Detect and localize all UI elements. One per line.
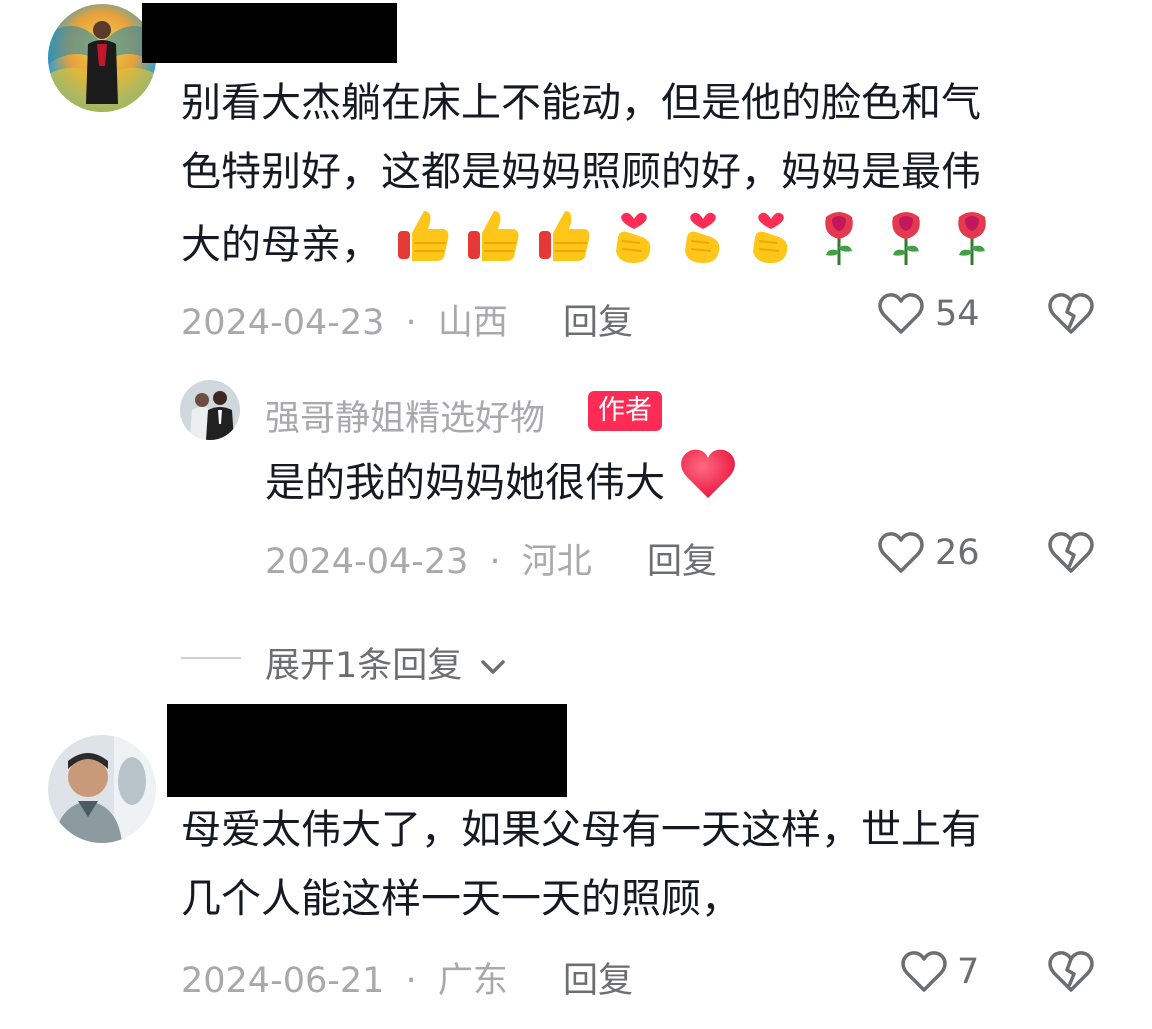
reply-text: 是的我的妈妈她很伟大: [265, 460, 665, 506]
like-button[interactable]: [877, 531, 925, 575]
dislike-button[interactable]: [1047, 950, 1095, 994]
reply-button[interactable]: 回复: [647, 533, 717, 584]
comment-text-line: 色特别好，这都是妈妈照顾的好，妈妈是最伟: [181, 149, 981, 195]
reply-location: 河北: [521, 542, 592, 582]
commenter-avatar-1[interactable]: [48, 4, 156, 112]
comment-text-line: 别看大杰躺在床上不能动，但是他的脸色和气: [181, 80, 981, 126]
author-name[interactable]: 强哥静姐精选好物: [265, 390, 545, 441]
comment-location: 广东: [437, 961, 508, 1001]
like-button[interactable]: [900, 950, 948, 994]
finger-heart-emoji: [675, 207, 731, 287]
redacted-username-2: [167, 704, 567, 797]
like-button[interactable]: [877, 292, 925, 336]
meta-separator: ·: [405, 303, 417, 343]
chevron-down-icon: [481, 660, 506, 674]
expand-replies-label: 展开1条回复: [265, 646, 463, 686]
author-badge: 作者: [588, 391, 662, 431]
meta-separator: ·: [405, 961, 417, 1001]
finger-heart-emoji: [743, 207, 799, 287]
comment-location: 山西: [437, 303, 508, 343]
broken-heart-icon: [1048, 532, 1094, 573]
comment-meta: 2024-06-21 · 广东: [181, 952, 508, 1003]
expand-divider: [181, 657, 241, 659]
reply-button[interactable]: 回复: [563, 294, 633, 345]
meta-separator: ·: [489, 542, 501, 582]
reply-button[interactable]: 回复: [563, 952, 633, 1003]
comment-text-line: 几个人能这样一天一天的照顾，: [181, 876, 741, 922]
redacted-username-1: [142, 3, 397, 63]
reply-meta: 2024-04-23 · 河北: [265, 533, 592, 584]
heart-outline-icon: [878, 293, 924, 334]
dislike-button[interactable]: [1047, 292, 1095, 336]
reply-date: 2024-04-23: [265, 542, 469, 582]
thumbs-up-emoji: [464, 207, 522, 287]
comment-text-line-with-emojis: 大的母亲，: [181, 207, 999, 287]
heart-outline-icon: [878, 532, 924, 573]
like-count: 54: [935, 294, 980, 334]
comment-meta: 2024-04-23 · 山西: [181, 294, 508, 345]
comment-date: 2024-06-21: [181, 961, 385, 1001]
heart-outline-icon: [901, 951, 947, 992]
broken-heart-icon: [1048, 293, 1094, 334]
finger-heart-emoji: [606, 207, 662, 287]
broken-heart-icon: [1048, 951, 1094, 992]
thumbs-up-emoji: [394, 207, 452, 287]
comment-text-line: 大的母亲，: [181, 222, 381, 268]
expand-replies-button[interactable]: 展开1条回复: [265, 637, 507, 688]
rose-emoji: [945, 207, 999, 287]
rose-emoji: [879, 207, 933, 287]
comment-text-line: 母爱太伟大了，如果父母有一天这样，世上有: [181, 807, 981, 853]
like-count: 26: [935, 533, 980, 573]
commenter-avatar-2[interactable]: [48, 735, 156, 843]
rose-emoji: [812, 207, 866, 287]
author-avatar[interactable]: [180, 380, 240, 440]
dislike-button[interactable]: [1047, 531, 1095, 575]
red-heart-emoji: [678, 446, 738, 524]
like-count: 7: [957, 952, 980, 992]
thumbs-up-emoji: [535, 207, 593, 287]
comment-date: 2024-04-23: [181, 303, 385, 343]
reply-text-line: 是的我的妈妈她很伟大: [265, 446, 738, 524]
